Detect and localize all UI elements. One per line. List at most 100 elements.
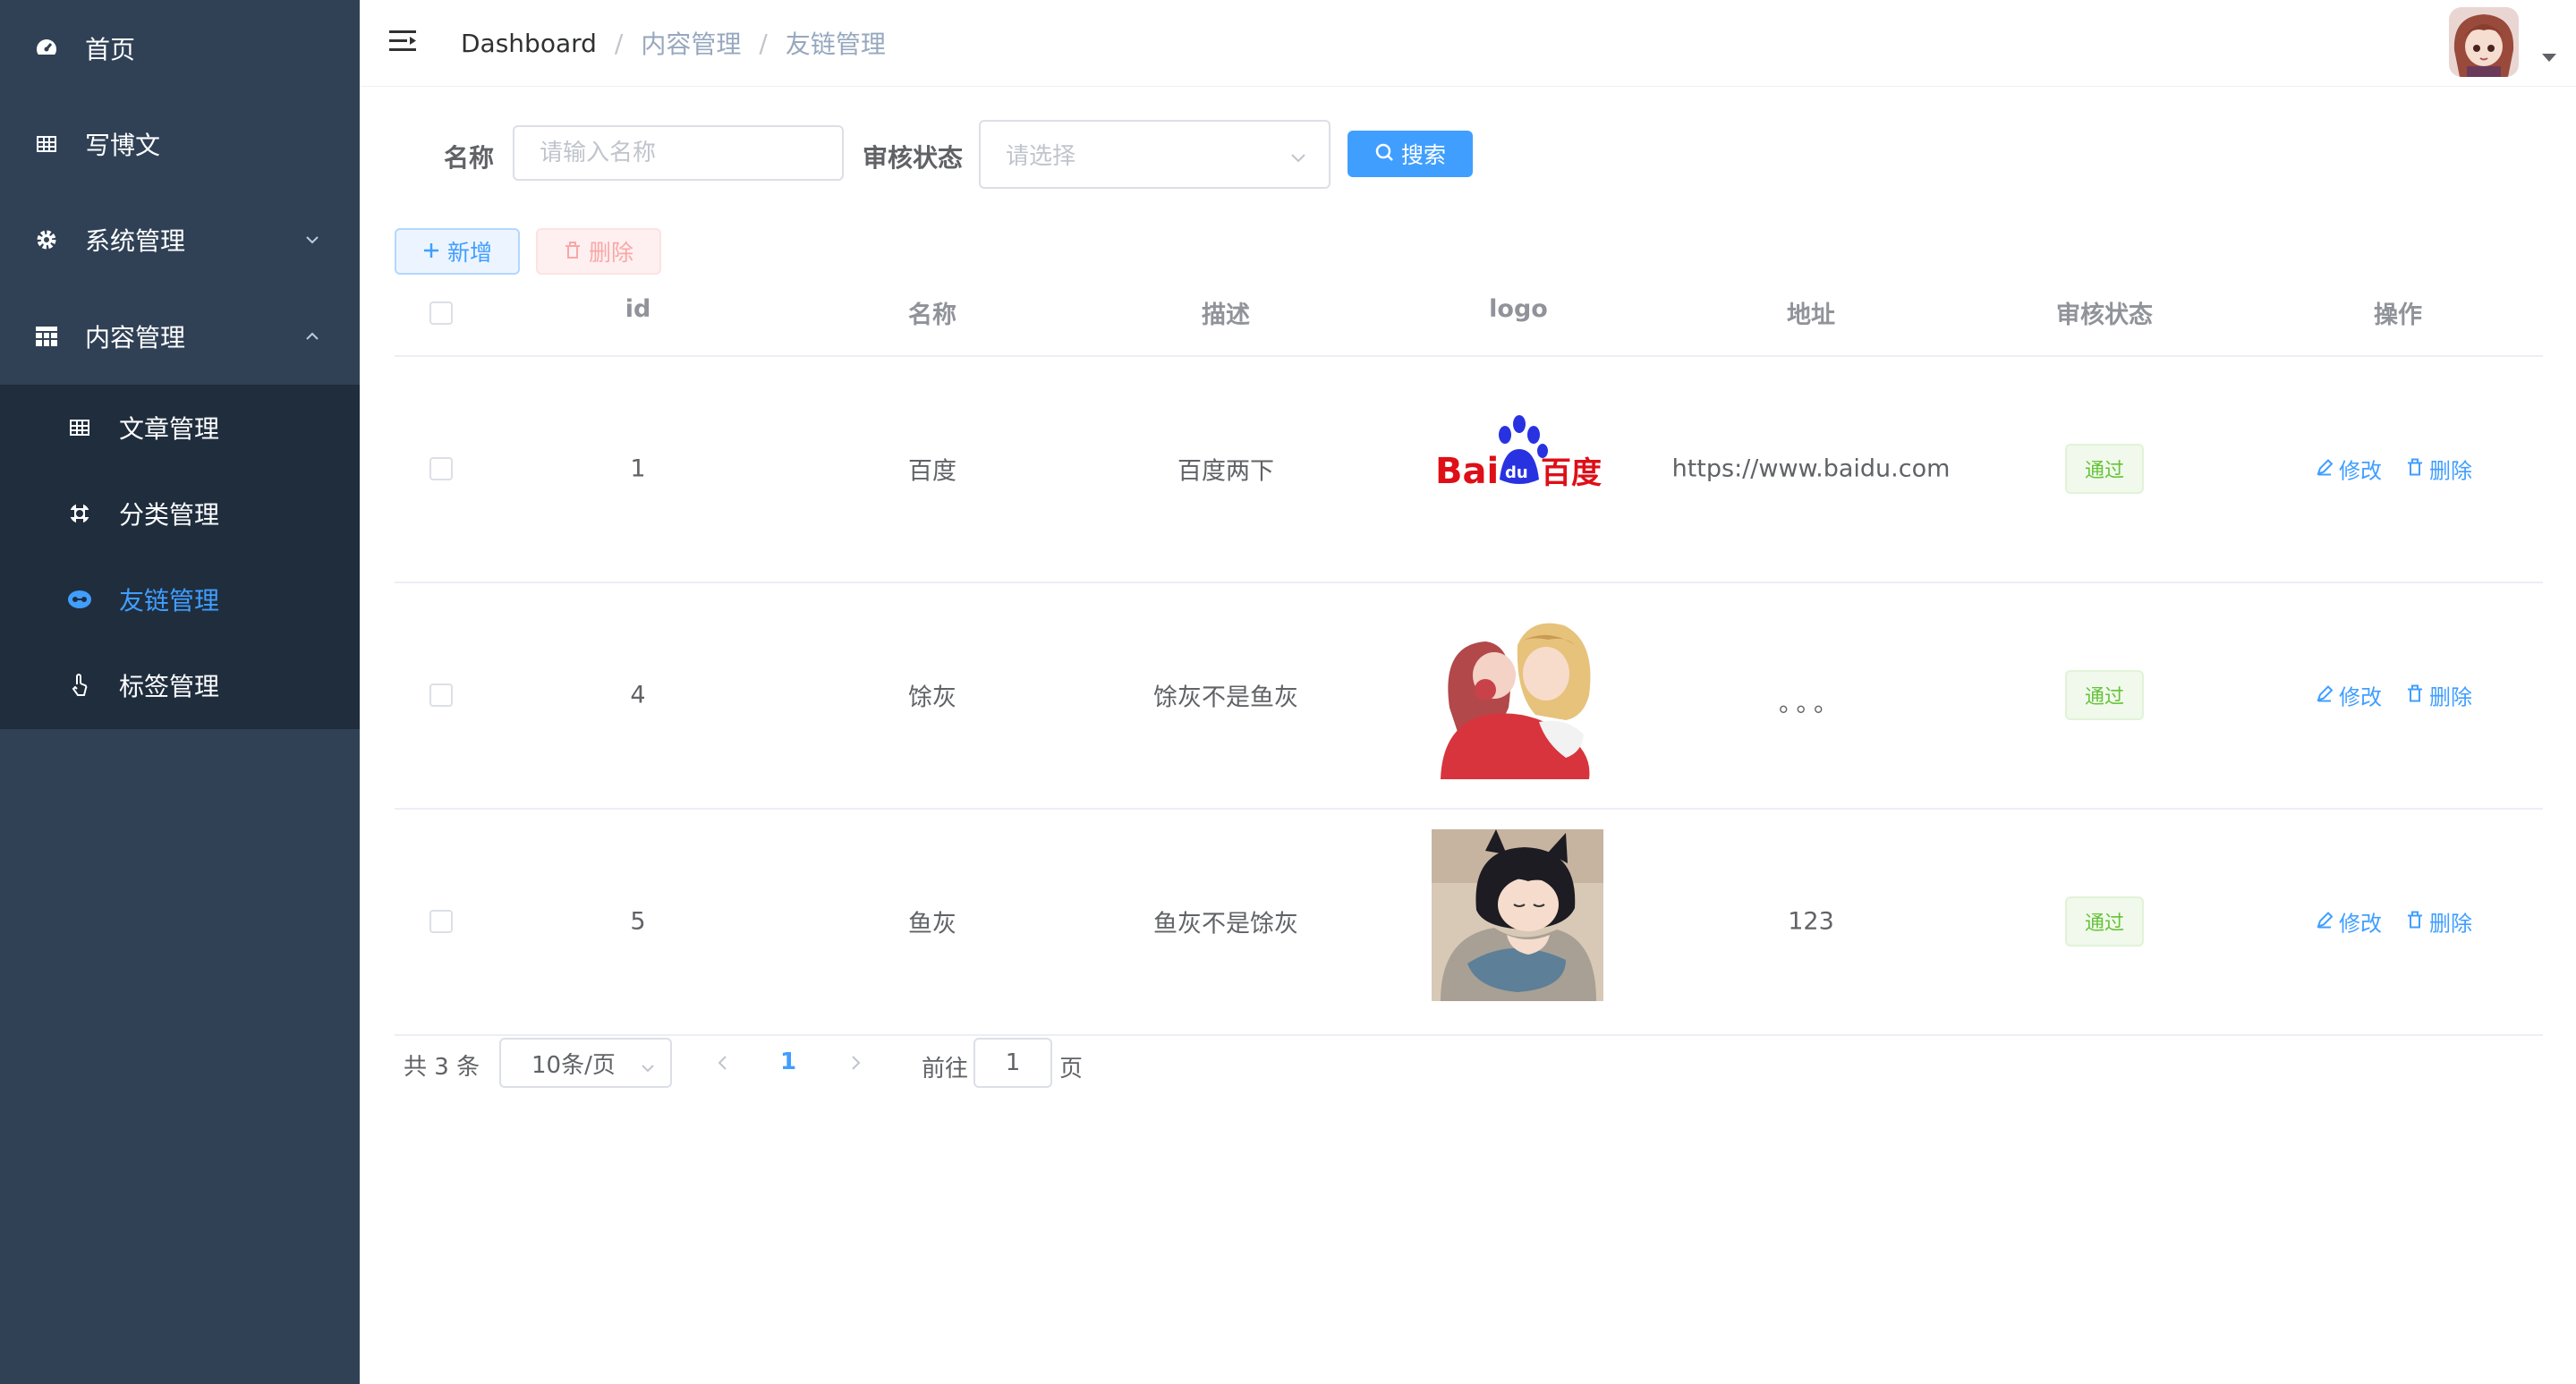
edit-button-label: 修改	[2339, 458, 2382, 484]
row-divider	[395, 582, 2543, 583]
cell-id: 5	[630, 907, 646, 936]
edit-icon	[2316, 683, 2334, 708]
breadcrumb-item-dashboard[interactable]: Dashboard	[461, 29, 597, 58]
sidebar-item-label: 系统管理	[85, 225, 186, 256]
sidebar-item-articles[interactable]: 文章管理	[0, 385, 360, 471]
edit-button[interactable]: 修改	[2316, 680, 2382, 711]
goto-label: 前往	[922, 1056, 969, 1083]
add-button[interactable]: 新增	[395, 228, 520, 275]
delete-button[interactable]: 删除	[2406, 454, 2472, 485]
chevron-down-icon	[1289, 146, 1307, 164]
sidebar-item-tags[interactable]: 标签管理	[0, 642, 360, 728]
sidebar-item-system[interactable]: 系统管理	[0, 191, 360, 287]
goto-page-input[interactable]: 1	[973, 1038, 1052, 1088]
grid-icon	[34, 324, 59, 349]
top-navbar: Dashboard / 内容管理 / 友链管理	[360, 0, 2576, 87]
row-checkbox[interactable]	[429, 910, 453, 933]
caret-down-icon	[2542, 54, 2556, 62]
sidebar-item-categories[interactable]: 分类管理	[0, 471, 360, 556]
cell-url: 123	[1788, 907, 1834, 936]
table-icon	[34, 132, 59, 157]
cell-id: 4	[630, 681, 646, 709]
chevron-down-icon	[302, 230, 322, 250]
trash-icon	[2406, 456, 2424, 481]
search-button-label: 搜索	[1400, 142, 1446, 168]
breadcrumb: Dashboard / 内容管理 / 友链管理	[461, 0, 886, 86]
content-submenu: 文章管理 分类管理 友链管理 标签管理	[0, 385, 360, 729]
plus-icon	[422, 239, 440, 265]
sidebar: 首页 写博文 系统管理 内容管理 文章管理 分类管理 友链管理 标签管理	[0, 0, 360, 1384]
edit-button[interactable]: 修改	[2316, 454, 2382, 485]
page-number[interactable]: 1	[780, 1049, 796, 1075]
edit-button-label: 修改	[2339, 911, 2382, 937]
column-header-actions: 操作	[2374, 301, 2422, 329]
trash-icon	[2406, 909, 2424, 934]
edit-icon	[2316, 456, 2334, 481]
cell-name: 馀灰	[908, 684, 956, 712]
trash-icon	[2406, 683, 2424, 708]
column-header-id: id	[625, 295, 651, 323]
component-icon	[67, 501, 92, 526]
column-header-name: 名称	[908, 301, 956, 329]
hamburger-icon[interactable]	[387, 25, 419, 57]
delete-button-label: 删除	[2429, 458, 2472, 484]
link-icon	[67, 587, 92, 612]
user-menu[interactable]	[2449, 7, 2556, 79]
goto-unit-label: 页	[1059, 1056, 1084, 1083]
cell-description: 鱼灰不是馀灰	[1153, 910, 1298, 938]
edit-button[interactable]: 修改	[2316, 906, 2382, 938]
batch-delete-button[interactable]: 删除	[536, 228, 661, 275]
sidebar-item-label: 首页	[85, 34, 136, 64]
cell-description: 百度两下	[1177, 457, 1274, 486]
cell-description: 馀灰不是鱼灰	[1153, 684, 1298, 712]
row-divider	[395, 808, 2543, 810]
avatar[interactable]	[2449, 7, 2519, 77]
column-header-logo: logo	[1489, 295, 1548, 323]
status-badge: 通过	[2065, 444, 2144, 494]
status-filter-label: 审核状态	[863, 143, 964, 173]
row-divider	[395, 1034, 2543, 1036]
search-icon	[1374, 141, 1394, 167]
hand-icon	[67, 673, 92, 698]
sidebar-item-label: 内容管理	[85, 322, 186, 352]
sidebar-item-label: 标签管理	[119, 672, 220, 701]
next-page-icon[interactable]	[845, 1052, 866, 1074]
sidebar-item-label: 分类管理	[119, 500, 220, 530]
delete-button-label: 删除	[2429, 911, 2472, 937]
chevron-up-icon	[302, 327, 322, 346]
status-select[interactable]: 请选择	[979, 120, 1331, 189]
baidu-logo-image: Bai du 百度	[1432, 383, 1603, 555]
row-checkbox[interactable]	[429, 684, 453, 707]
batch-delete-button-label: 删除	[588, 240, 633, 266]
sidebar-item-label: 友链管理	[119, 586, 220, 616]
select-all-checkbox[interactable]	[429, 301, 453, 325]
delete-button-label: 删除	[2429, 684, 2472, 710]
breadcrumb-item-links: 友链管理	[785, 30, 886, 59]
status-badge: 通过	[2065, 670, 2144, 720]
cell-url: 。。。	[1779, 690, 1843, 718]
sidebar-item-write-post[interactable]: 写博文	[0, 96, 360, 191]
delete-button[interactable]: 删除	[2406, 906, 2472, 938]
svg-text:百度: 百度	[1541, 455, 1602, 491]
name-search-input[interactable]	[513, 125, 844, 181]
cell-id: 1	[630, 454, 646, 483]
cell-name: 百度	[908, 457, 956, 486]
sidebar-item-content[interactable]: 内容管理	[0, 288, 360, 384]
sidebar-item-home[interactable]: 首页	[0, 0, 360, 96]
search-button[interactable]: 搜索	[1348, 131, 1473, 177]
page-size-select[interactable]: 10条/页	[499, 1038, 672, 1088]
anime-cat-boy-image	[1432, 829, 1603, 1001]
status-select-placeholder: 请选择	[1006, 143, 1076, 170]
sidebar-item-label: 写博文	[85, 130, 161, 160]
gear-icon	[34, 227, 59, 252]
prev-page-icon[interactable]	[712, 1052, 734, 1074]
edit-icon	[2316, 909, 2334, 934]
sidebar-item-links[interactable]: 友链管理	[0, 556, 360, 642]
delete-button[interactable]: 删除	[2406, 680, 2472, 711]
breadcrumb-separator: /	[614, 28, 624, 58]
cell-url: https://www.baidu.com	[1671, 454, 1951, 483]
row-divider	[395, 355, 2543, 357]
row-checkbox[interactable]	[429, 457, 453, 480]
pagination-total: 共 3 条	[404, 1054, 480, 1081]
sidebar-item-label: 文章管理	[119, 414, 220, 444]
